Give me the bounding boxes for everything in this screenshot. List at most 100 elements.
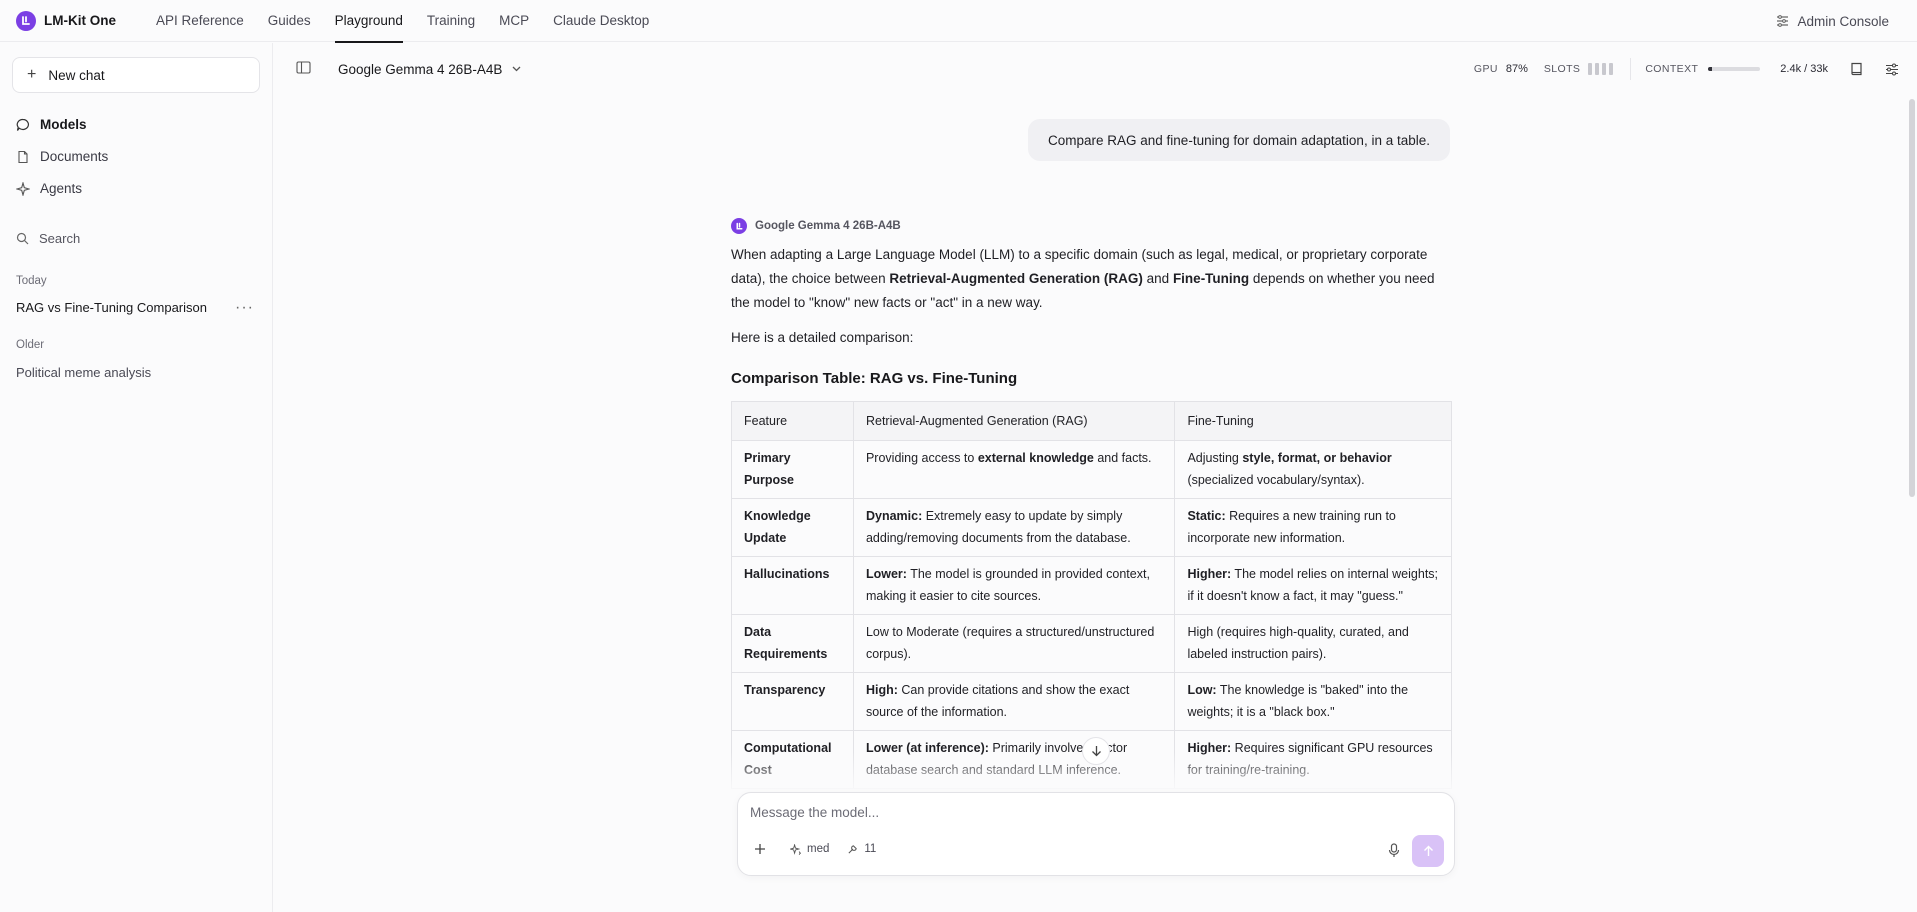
intro-ft-bold: Fine-Tuning [1172,271,1250,286]
section-today: Today [16,275,47,287]
table-header-cell: Feature [731,401,854,441]
nav-claude-desktop[interactable]: Claude Desktop [553,0,649,42]
attach-button[interactable] [754,843,772,855]
sidebar-toggle-icon[interactable] [296,61,311,74]
sparkle-icon [790,843,807,855]
sidebar-item-models[interactable]: Models [16,117,87,132]
nav-training[interactable]: Training [427,0,475,42]
user-message: Compare RAG and fine-tuning for domain a… [1028,119,1450,161]
comparison-table: Feature Retrieval-Augmented Generation (… [731,401,1452,789]
assistant-header: Google Gemma 4 26B-A4B [731,218,901,234]
cell-text: Dynamic: [865,509,923,523]
cell-text: The model is grounded in provided contex… [865,567,1150,603]
sidebar-search[interactable]: Search [16,231,80,246]
sliders-icon [1776,15,1797,27]
rag-cell: Low to Moderate (requires a structured/u… [852,614,1176,673]
reasoning-level-button[interactable]: med [790,843,829,855]
feature-cell: Transparency [731,672,854,731]
cell-text: Low to Moderate (requires a structured/u… [865,625,1155,661]
nav-links: API Reference Guides Playground Training… [156,0,673,43]
brand-logo-icon [16,10,36,31]
cell-text: High: [865,683,898,697]
main-scrollbar[interactable] [1907,43,1917,912]
cell-text: Can provide citations and show the exact… [865,683,1130,719]
slot-bar [1609,63,1614,75]
cell-text: Low: [1187,683,1217,697]
slot-bar [1588,63,1593,75]
table-title: Comparison Table: RAG vs. Fine-Tuning [731,370,1018,387]
context-value: 2.4k / 33k [1780,63,1828,75]
chat-bubble-icon [16,118,40,132]
table-row: Hallucinations Lower: The model is ground… [731,556,1452,615]
arrow-up-icon [1423,845,1434,857]
cell-text: The knowledge is "baked" into the weight… [1187,683,1409,719]
nav-playground[interactable]: Playground [334,0,404,43]
slot-bar [1602,63,1607,75]
feature-cell: Knowledge Update [731,498,854,557]
rag-cell: High: Can provide citations and show the… [852,672,1176,731]
brand-name: LM-Kit One [44,13,116,28]
scroll-to-bottom-button[interactable] [1082,737,1110,765]
top-navigation: LM-Kit One API Reference Guides Playgrou… [0,0,1917,43]
chevron-down-icon [502,66,521,72]
new-chat-button[interactable]: + New chat [12,57,260,93]
fine-tuning-cell: Adjusting style, format, or behavior (sp… [1174,440,1452,499]
rag-cell: Dynamic: Extremely easy to update by sim… [852,498,1176,557]
more-options-icon[interactable]: ··· [235,299,254,317]
nav-api-reference[interactable]: API Reference [156,0,244,42]
tools-count: 11 [864,843,877,855]
cell-text: external knowledge [977,451,1094,465]
sidebar-item-documents[interactable]: Documents [16,149,108,164]
composer-tools: med 11 [754,843,894,855]
nav-mcp[interactable]: MCP [499,0,529,42]
microphone-icon[interactable] [1388,843,1400,858]
tools-button[interactable]: 11 [847,843,876,855]
reasoning-level-label: med [807,843,830,855]
plus-icon: + [27,66,37,83]
scrollbar-thumb[interactable] [1909,99,1915,497]
arrow-down-icon [1091,745,1102,757]
assistant-lead-in: Here is a detailed comparison: [731,330,914,345]
assistant-avatar-icon [731,218,747,234]
chat-header: Google Gemma 4 26B-A4B GPU 87% SLOTS CON… [274,43,1917,95]
brand[interactable]: LM-Kit One [16,10,156,31]
assistant-name: Google Gemma 4 26B-A4B [755,220,901,232]
admin-console-link[interactable]: Admin Console [1776,0,1889,42]
feature-cell: Primary Purpose [731,440,854,499]
cell-text: Higher: [1187,741,1232,755]
fine-tuning-cell: Higher: Requires significant GPU resourc… [1174,730,1452,789]
document-icon [16,150,40,164]
fine-tuning-cell: Low: The knowledge is "baked" into the w… [1174,672,1452,731]
model-selector[interactable]: Google Gemma 4 26B-A4B [338,43,521,95]
cell-text: (specialized vocabulary/syntax). [1187,473,1365,487]
gpu-label: GPU [1473,63,1498,75]
table-header-row: Feature Retrieval-Augmented Generation (… [731,401,1452,441]
sparkle-icon [16,181,40,196]
cell-text: Static: [1187,509,1226,523]
feature-cell: Hallucinations [731,556,854,615]
new-chat-label: New chat [48,67,105,83]
sidebar-item-agents[interactable]: Agents [16,181,82,196]
settings-sliders-icon[interactable] [1885,63,1899,76]
sidebar-item-label: Documents [40,149,109,164]
context-progress-bar [1708,67,1761,71]
table-row: Knowledge Update Dynamic: Extremely easy … [731,498,1452,557]
section-older: Older [16,339,45,351]
table-row: Data Requirements Low to Moderate (requir… [731,614,1452,673]
book-icon[interactable] [1850,62,1863,76]
chat-item-political-meme[interactable]: Political meme analysis [16,365,151,380]
cell-text: High (requires high-quality, curated, an… [1187,625,1409,661]
table-row: Primary Purpose Providing access to exter… [731,440,1452,499]
fine-tuning-cell: Higher: The model relies on internal wei… [1174,556,1452,615]
chat-item-rag-vs-fine-tuning[interactable]: RAG vs Fine-Tuning Comparison [16,300,207,315]
nav-guides[interactable]: Guides [268,0,311,42]
send-button[interactable] [1412,835,1444,867]
feature-cell: Data Requirements [731,614,854,673]
intro-rag-bold: Retrieval-Augmented Generation (RAG) [889,271,1143,286]
admin-console-label: Admin Console [1797,13,1889,29]
rag-cell: Lower: The model is grounded in provided… [852,556,1176,615]
message-input[interactable] [750,805,1440,820]
intro-text: and [1142,271,1173,286]
fine-tuning-cell: High (requires high-quality, curated, an… [1174,614,1452,673]
cell-text: and facts. [1093,451,1152,465]
